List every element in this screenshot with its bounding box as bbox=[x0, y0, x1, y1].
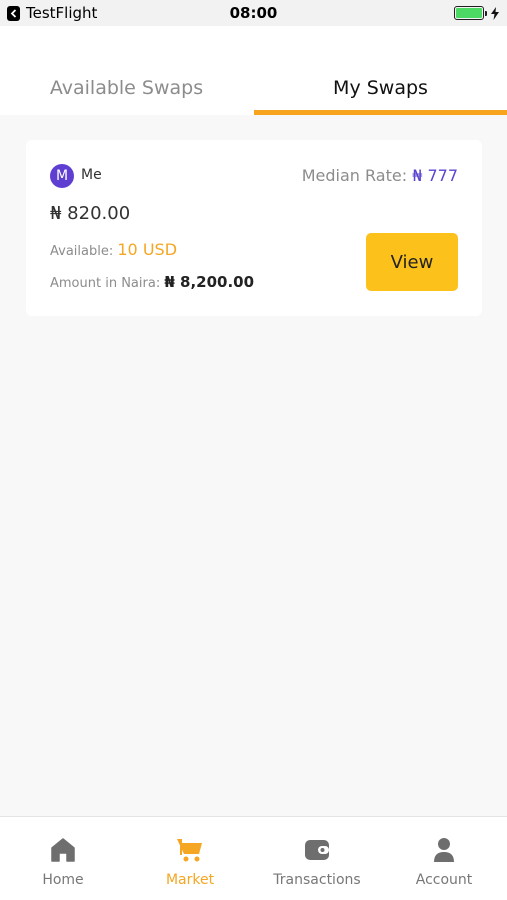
available-label: Available: bbox=[50, 244, 114, 259]
user-icon bbox=[430, 837, 458, 863]
median-rate: Median Rate: ₦ 777 bbox=[302, 166, 458, 185]
nav-transactions[interactable]: Transactions bbox=[254, 817, 380, 900]
naira-label: Amount in Naira: bbox=[50, 276, 161, 291]
amount-in-naira: Amount in Naira: ₦ 8,200.00 bbox=[50, 273, 254, 291]
home-icon bbox=[49, 837, 77, 863]
avatar: M bbox=[50, 164, 74, 188]
view-button[interactable]: View bbox=[366, 233, 458, 291]
tab-label: My Swaps bbox=[333, 77, 428, 99]
cart-icon bbox=[176, 837, 204, 863]
tab-available-swaps[interactable]: Available Swaps bbox=[0, 26, 253, 115]
nav-label: Market bbox=[165, 872, 215, 888]
status-indicators bbox=[454, 6, 499, 20]
status-time: 08:00 bbox=[229, 4, 278, 22]
bottom-nav: Home Market Transactions Account bbox=[0, 816, 507, 900]
swap-tabs: Available Swaps My Swaps bbox=[0, 26, 507, 115]
nav-account[interactable]: Account bbox=[381, 817, 507, 900]
status-bar: TestFlight 08:00 bbox=[0, 0, 507, 26]
active-tab-indicator bbox=[254, 110, 507, 115]
nav-label: Transactions bbox=[273, 872, 361, 888]
swap-card: M Me Median Rate: ₦ 777 ₦ 820.00 Availab… bbox=[26, 140, 482, 316]
swap-price: ₦ 820.00 bbox=[50, 203, 131, 224]
median-rate-label: Median Rate: bbox=[301, 166, 408, 185]
nav-label: Home bbox=[42, 872, 84, 888]
nav-label: Account bbox=[415, 872, 473, 888]
available-value: 10 USD bbox=[117, 240, 178, 259]
median-rate-value: ₦ 777 bbox=[412, 166, 458, 185]
nav-home[interactable]: Home bbox=[0, 817, 126, 900]
screen: TestFlight 08:00 Available Swaps My Swap… bbox=[0, 0, 507, 900]
naira-value: ₦ 8,200.00 bbox=[164, 273, 255, 291]
wallet-icon bbox=[303, 837, 331, 863]
tab-label: Available Swaps bbox=[49, 77, 204, 99]
owner-name: Me bbox=[81, 167, 102, 183]
available-amount: Available: 10 USD bbox=[50, 240, 177, 259]
battery-icon bbox=[454, 6, 487, 20]
nav-market[interactable]: Market bbox=[127, 817, 253, 900]
tab-my-swaps[interactable]: My Swaps bbox=[254, 26, 507, 115]
charging-icon bbox=[491, 6, 499, 20]
